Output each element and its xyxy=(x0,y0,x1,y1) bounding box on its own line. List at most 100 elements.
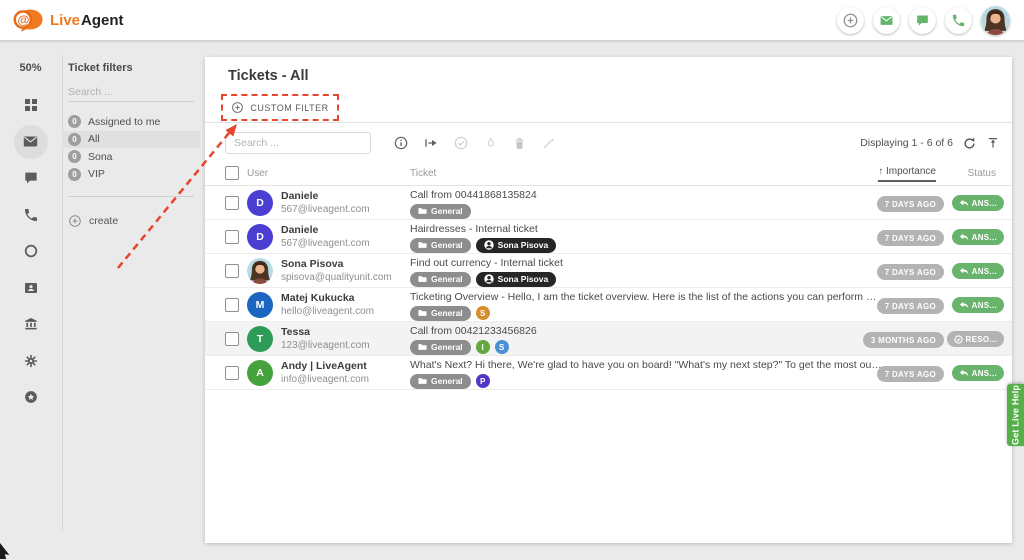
table-header: User Ticket ↑ Importance Status xyxy=(205,163,1012,186)
displaying-count: Displaying 1 - 6 of 6 xyxy=(860,137,953,149)
settings-gear-icon xyxy=(23,353,39,369)
assignee-badge[interactable]: Sona Pisova xyxy=(476,272,557,287)
sort-arrow: ↑ xyxy=(878,166,883,177)
user-avatar: A xyxy=(247,360,273,386)
ticket-row[interactable]: MMatej Kukuckahello@liveagent.comTicketi… xyxy=(205,288,1012,322)
sidebar-item-academy[interactable] xyxy=(0,306,61,343)
tag-circle-badge[interactable]: S xyxy=(495,340,509,354)
add-new-button[interactable] xyxy=(837,7,864,34)
ticket-status-button[interactable]: RESO... xyxy=(947,331,1004,347)
ticket-status-button[interactable]: ANS... xyxy=(952,229,1004,245)
agent-avatar[interactable] xyxy=(981,6,1010,35)
row-checkbox[interactable] xyxy=(225,196,239,210)
brand-agent: Agent xyxy=(81,12,124,29)
sidebar-item-contacts[interactable] xyxy=(0,270,61,307)
ticket-subject: Call from 00421233456826 xyxy=(410,325,882,338)
user-email: 567@liveagent.com xyxy=(281,204,409,215)
department-badge[interactable]: General xyxy=(410,204,471,219)
info-button[interactable] xyxy=(393,135,409,151)
ticket-subject: Ticketing Overview - Hello, I am the tic… xyxy=(410,291,882,304)
row-checkbox[interactable] xyxy=(225,230,239,244)
resolve-button[interactable] xyxy=(453,135,469,151)
department-badge[interactable]: General xyxy=(410,374,471,389)
ticket-age-badge: 7 DAYS AGO xyxy=(877,230,944,246)
sidebar-item-tickets[interactable] xyxy=(0,124,61,161)
sidebar-item-status[interactable] xyxy=(0,233,61,270)
filter-count-badge: 0 xyxy=(68,133,81,146)
create-filter-button[interactable]: create xyxy=(68,214,194,228)
user-avatar: T xyxy=(247,326,273,352)
sidebar-item-upgrade[interactable] xyxy=(0,379,61,416)
folder-icon xyxy=(418,275,427,283)
ticket-age-badge: 7 DAYS AGO xyxy=(877,366,944,382)
assignee-badge[interactable]: Sona Pisova xyxy=(476,238,557,253)
column-importance[interactable]: ↑ Importance xyxy=(878,166,936,182)
ticket-status-button[interactable]: ANS... xyxy=(952,365,1004,381)
refresh-button[interactable] xyxy=(962,136,977,151)
start-chat-button[interactable] xyxy=(909,7,936,34)
phone-icon xyxy=(951,13,966,28)
info-icon xyxy=(393,135,409,151)
user-name: Sona Pisova xyxy=(281,258,409,270)
department-badge[interactable]: General xyxy=(410,306,471,321)
column-ticket[interactable]: Ticket xyxy=(410,168,436,179)
ticket-row[interactable]: DDaniele567@liveagent.comHairdresses - I… xyxy=(205,220,1012,254)
tickets-inbox-icon xyxy=(22,133,39,150)
ticket-row[interactable]: TTessa123@liveagent.comCall from 0042123… xyxy=(205,322,1012,356)
filter-item[interactable]: 0Sona xyxy=(62,148,200,166)
get-live-help-tab[interactable]: Get Live Help xyxy=(1007,384,1024,446)
ticket-badges: General Sona Pisova xyxy=(410,272,882,286)
filter-item[interactable]: 0All xyxy=(62,131,200,149)
spam-button[interactable] xyxy=(483,136,498,151)
user-name: Tessa xyxy=(281,326,409,338)
ticket-row[interactable]: AAndy | LiveAgentinfo@liveagent.comWhat'… xyxy=(205,356,1012,390)
filter-item-label: VIP xyxy=(88,168,105,180)
tag-circle-badge[interactable]: P xyxy=(476,374,490,388)
row-checkbox[interactable] xyxy=(225,264,239,278)
liveagent-logo[interactable]: @ Live Agent xyxy=(12,8,124,33)
ticket-status-button[interactable]: ANS... xyxy=(952,297,1004,313)
custom-filter-button[interactable]: CUSTOM FILTER xyxy=(231,101,328,114)
tag-circle-badge[interactable]: I xyxy=(476,340,490,354)
row-checkbox[interactable] xyxy=(225,298,239,312)
compose-email-button[interactable] xyxy=(873,7,900,34)
column-user[interactable]: User xyxy=(247,168,268,179)
reply-icon xyxy=(959,267,969,275)
trash-icon xyxy=(512,136,527,151)
upgrade-star-icon xyxy=(23,389,39,405)
contacts-icon xyxy=(23,280,39,296)
select-all-checkbox[interactable] xyxy=(225,166,239,180)
ticket-badges: General IS xyxy=(410,340,882,354)
tickets-search-input[interactable] xyxy=(225,132,371,154)
ticket-row[interactable]: DDaniele567@liveagent.comCall from 00441… xyxy=(205,186,1012,220)
filter-item[interactable]: 0VIP xyxy=(62,166,200,184)
filters-divider xyxy=(68,196,194,197)
ticket-row[interactable]: Sona Pisovaspisova@qualityunit.comFind o… xyxy=(205,254,1012,288)
ticket-status-button[interactable]: ANS... xyxy=(952,263,1004,279)
sidebar-item-calls[interactable] xyxy=(0,197,61,234)
row-checkbox[interactable] xyxy=(225,366,239,380)
filters-search-input[interactable] xyxy=(68,83,194,102)
filter-item[interactable]: 0Assigned to me xyxy=(62,113,200,131)
column-status[interactable]: Status xyxy=(968,168,996,179)
row-checkbox[interactable] xyxy=(225,332,239,346)
left-rail: 50% xyxy=(0,40,61,560)
sidebar-item-chats[interactable] xyxy=(0,160,61,197)
merge-wand-icon xyxy=(541,136,556,151)
start-call-button[interactable] xyxy=(945,7,972,34)
reply-icon xyxy=(959,301,969,309)
department-badge[interactable]: General xyxy=(410,272,471,287)
delete-button[interactable] xyxy=(512,136,527,151)
user-name: Daniele xyxy=(281,224,409,236)
department-badge[interactable]: General xyxy=(410,340,471,355)
ticket-status-button[interactable]: ANS... xyxy=(952,195,1004,211)
sidebar-item-dashboard[interactable] xyxy=(0,87,61,124)
scroll-top-button[interactable] xyxy=(986,136,1000,150)
merge-button[interactable] xyxy=(541,136,556,151)
department-badge[interactable]: General xyxy=(410,238,471,253)
transfer-button[interactable] xyxy=(423,135,439,151)
ticket-badges: General xyxy=(410,204,882,218)
tag-circle-badge[interactable]: S xyxy=(476,306,490,320)
toolbar-right: Displaying 1 - 6 of 6 xyxy=(860,123,1000,163)
sidebar-item-settings[interactable] xyxy=(0,343,61,380)
